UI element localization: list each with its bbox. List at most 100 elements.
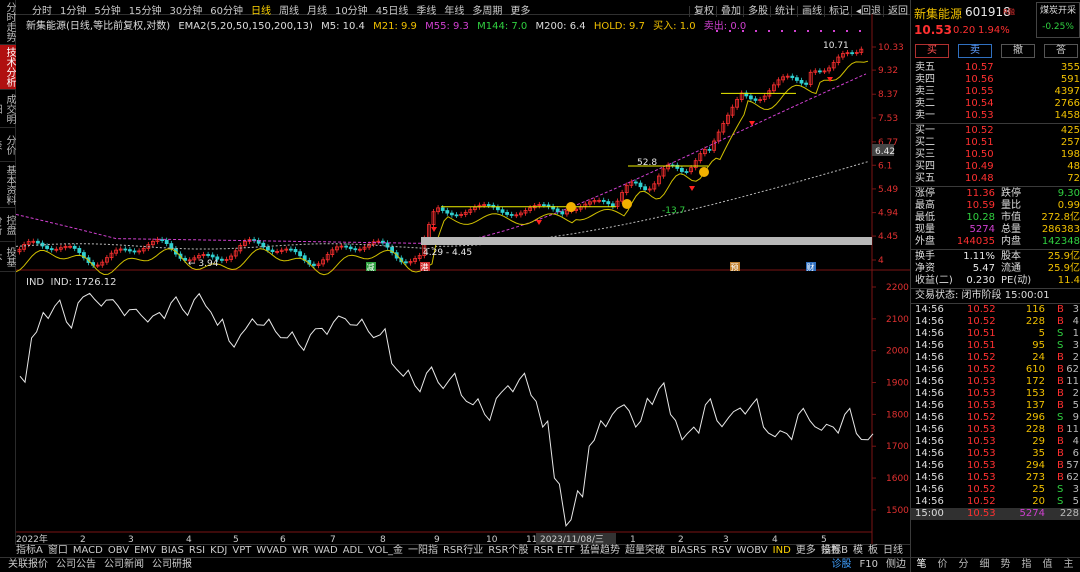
indicator-tab-12[interactable]: ADL — [343, 545, 363, 556]
buy-button[interactable]: 买 — [915, 44, 949, 58]
bid-row[interactable]: 买二 10.51 257 — [911, 137, 1080, 149]
tick-count: 9 — [1072, 412, 1079, 423]
indicator-tab-23[interactable]: IND — [773, 545, 791, 556]
bid-row[interactable]: 买五 10.48 72 — [911, 173, 1080, 185]
left-tab-4[interactable]: 基本资料 — [0, 162, 16, 208]
ask-price: 10.56 — [965, 74, 994, 85]
candle-body — [219, 258, 224, 261]
bid-row[interactable]: 买一 10.52 425 — [911, 125, 1080, 137]
ask-row[interactable]: 卖三 10.55 4397 — [911, 86, 1080, 98]
signal-dot — [846, 30, 848, 32]
indicator-tab-20[interactable]: BIASRS — [670, 545, 706, 556]
status-right-2[interactable]: 侧边 — [886, 559, 906, 570]
indicator-tab-18[interactable]: 猛兽趋势 — [580, 545, 620, 556]
cancel-order-button[interactable]: 撤 — [1001, 44, 1035, 58]
indicator-tab-15[interactable]: RSR行业 — [443, 545, 483, 556]
bid-row[interactable]: 买四 10.49 48 — [911, 161, 1080, 173]
status-right-0[interactable]: 诊股 — [832, 559, 852, 570]
indicator-tab-3[interactable]: OBV — [108, 545, 129, 556]
stat-label: 最低 — [915, 212, 935, 223]
tick-count: 3 — [1072, 304, 1079, 315]
indicator-tab-19[interactable]: 超量突破 — [625, 545, 665, 556]
candle-body — [210, 254, 215, 258]
indicator-tab-6[interactable]: RSI — [189, 545, 205, 556]
answer-button[interactable]: 答 — [1044, 44, 1078, 58]
sector-box[interactable]: 煤炭开采 -0.25% — [1036, 2, 1080, 38]
quote-tab-1[interactable]: 价 — [932, 558, 953, 572]
status-right-1[interactable]: F10 — [860, 559, 878, 570]
status-link-0[interactable]: 关联报价 — [8, 559, 48, 570]
status-link-3[interactable]: 公司研报 — [152, 559, 192, 570]
left-tab-6[interactable]: 投基本 — [0, 242, 16, 272]
indicator-tab-7[interactable]: KDJ — [210, 545, 227, 556]
ask-row[interactable]: 卖五 10.57 355 — [911, 62, 1080, 74]
tick-row: 15:00 10.53 5274 228 — [911, 508, 1080, 520]
left-tab-0[interactable]: 分时走势 — [0, 0, 16, 45]
indicator-right-1[interactable]: 模 — [853, 545, 863, 556]
indicator-tab-1[interactable]: 窗口 — [48, 545, 68, 556]
quote-tab-2[interactable]: 分 — [953, 558, 974, 572]
quote-tab-0[interactable]: 笔 — [911, 558, 932, 572]
left-tab-2[interactable]: 成交明细 — [0, 90, 16, 128]
quote-tab-5[interactable]: 指 — [1016, 558, 1037, 572]
quote-tab-4[interactable]: 势 — [995, 558, 1016, 572]
tick-time: 14:56 — [915, 460, 944, 471]
indicator-tab-10[interactable]: WR — [292, 545, 309, 556]
chart-canvas[interactable]: 10.339.328.377.536.776.15.494.944.45410.… — [16, 14, 910, 545]
quote-tab-3[interactable]: 细 — [974, 558, 995, 572]
indicator-right-0[interactable]: 指标B — [821, 545, 848, 556]
tick-count: 4 — [1072, 316, 1079, 327]
indicator-right-3[interactable]: 日线 — [883, 545, 903, 556]
price-band — [421, 237, 872, 245]
left-tab-3[interactable]: 分价表 — [0, 128, 16, 162]
status-link-1[interactable]: 公司公告 — [56, 559, 96, 570]
indicator-tab-22[interactable]: WOBV — [737, 545, 768, 556]
candle-body — [643, 186, 647, 191]
app-window: 分时走势技术分析成交明细分价表基本资料控盘分析投基本 分时1分钟5分钟15分钟3… — [0, 0, 1080, 572]
candle-body — [449, 212, 454, 216]
indicator-tab-13[interactable]: VOL_金 — [368, 545, 403, 556]
candle-body — [123, 248, 128, 251]
indicator-tab-8[interactable]: VPT — [232, 545, 251, 556]
indicator-tab-24[interactable]: 更多 — [796, 545, 816, 556]
indicator-tab-4[interactable]: EMV — [134, 545, 156, 556]
indicator-tab-17[interactable]: RSR ETF — [533, 545, 575, 556]
left-tab-5[interactable]: 控盘分析 — [0, 208, 16, 242]
ind-tick-label: 1600 — [886, 474, 909, 484]
indicator-tab-0[interactable]: 指标A — [16, 545, 43, 556]
margin-mark: R融 — [1003, 8, 1015, 16]
ask-row[interactable]: 卖四 10.56 591 — [911, 74, 1080, 86]
left-tab-1[interactable]: 技术分析 — [0, 45, 16, 90]
indicator-tab-11[interactable]: WAD — [314, 545, 338, 556]
status-link-2[interactable]: 公司新闻 — [104, 559, 144, 570]
candle-body — [606, 201, 611, 205]
tick-count: 2 — [1072, 388, 1079, 399]
tick-time: 14:56 — [915, 400, 944, 411]
candle-body — [445, 210, 450, 214]
ask-label: 卖三 — [915, 86, 935, 97]
bid-label: 买一 — [915, 125, 935, 136]
bid-label: 买三 — [915, 149, 935, 160]
indicator-tab-9[interactable]: WVAD — [256, 545, 287, 556]
ask-row[interactable]: 卖二 10.54 2766 — [911, 98, 1080, 110]
quote-tab-6[interactable]: 值 — [1037, 558, 1058, 572]
ask-row[interactable]: 卖一 10.53 1458 — [911, 110, 1080, 122]
sell-button[interactable]: 卖 — [958, 44, 992, 58]
tick-side: B — [1057, 376, 1064, 387]
indicator-tab-21[interactable]: RSV — [711, 545, 731, 556]
bid-row[interactable]: 买三 10.50 198 — [911, 149, 1080, 161]
indicator-right-2[interactable]: 板 — [868, 545, 878, 556]
tick-time: 14:56 — [915, 316, 944, 327]
indicator-tab-16[interactable]: RSR个股 — [488, 545, 528, 556]
indicator-tab-5[interactable]: BIAS — [161, 545, 184, 556]
indicator-tab-14[interactable]: 一阳指 — [408, 545, 438, 556]
stat-row: 收益(二) 0.230 PE(动) 11.4 — [911, 275, 1080, 287]
tick-price: 10.53 — [967, 448, 996, 459]
tick-volume: 95 — [1032, 340, 1045, 351]
quote-tab-7[interactable]: 主 — [1058, 558, 1079, 572]
ask-volume: 355 — [1060, 62, 1080, 73]
tick-price: 10.53 — [967, 400, 996, 411]
indicator-tab-2[interactable]: MACD — [73, 545, 103, 556]
stat-label-2: 股本 — [1001, 251, 1021, 262]
tick-row: 14:56 10.53 273 B 62 — [911, 472, 1080, 484]
